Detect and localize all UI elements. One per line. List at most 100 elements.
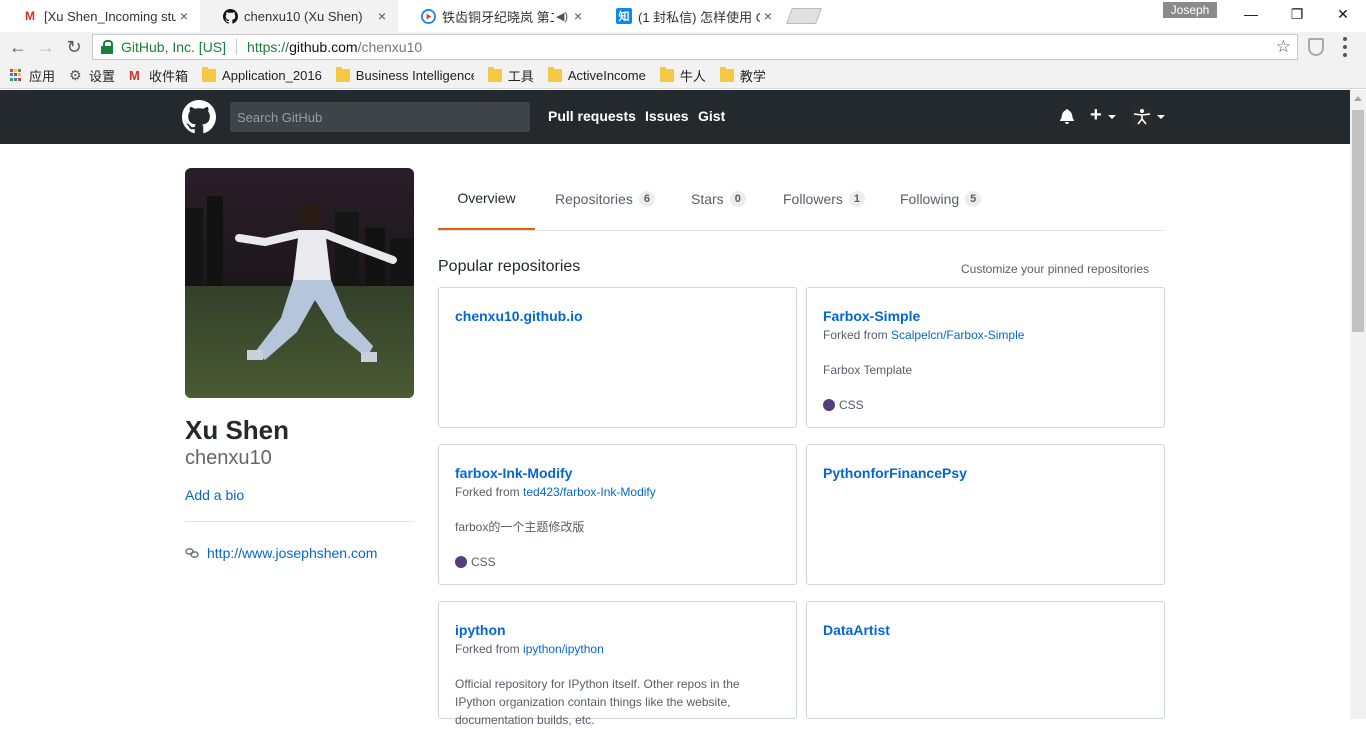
forked-from-label: Forked from — [455, 642, 520, 656]
bookmark-folder[interactable]: 工具 — [487, 66, 534, 85]
profile-username: chenxu10 — [185, 447, 272, 469]
forked-from-text: Forked from ted423/farbox-Ink-Modify — [455, 484, 780, 500]
browser-profile-button[interactable]: Joseph — [1163, 2, 1217, 18]
create-new-button[interactable]: + — [1090, 104, 1102, 127]
bookmark-folder[interactable]: ActiveIncome — [547, 66, 646, 83]
audio-icon[interactable]: ◀) — [554, 10, 570, 23]
close-icon[interactable]: × — [760, 8, 776, 24]
profile-website[interactable]: http://www.josephshen.com — [185, 545, 377, 561]
github-logo-icon[interactable] — [182, 100, 216, 134]
tab-title: (1 封私信) 怎样使用 Git — [638, 9, 760, 25]
gear-icon: ⚙ — [69, 66, 82, 83]
bookmark-star-icon[interactable]: ☆ — [1276, 37, 1291, 57]
site-identity[interactable]: GitHub, Inc. [US] — [121, 39, 226, 55]
folder-icon — [659, 66, 674, 82]
restore-button[interactable]: ❐ — [1274, 0, 1320, 28]
repo-name-link[interactable]: Farbox-Simple — [823, 307, 1148, 325]
close-icon[interactable]: × — [374, 8, 390, 24]
bookmark-folder[interactable]: 牛人 — [659, 66, 706, 85]
forked-from-text: Forked from Scalpelcn/Farbox-Simple — [823, 327, 1148, 343]
gmail-icon: M — [25, 9, 35, 23]
address-bar[interactable]: GitHub, Inc. [US] https:// github.com /c… — [92, 34, 1298, 60]
bookmark-inbox[interactable]: M 收件箱 — [129, 66, 188, 85]
bookmark-folder[interactable]: Business Intelligence — [335, 66, 474, 83]
divider — [185, 521, 414, 522]
bookmark-label: 牛人 — [679, 68, 706, 84]
repo-name-link[interactable]: ipython — [455, 621, 780, 639]
tab-followers[interactable]: Followers 1 — [783, 168, 866, 230]
repo-description: Official repository for IPython itself. … — [455, 677, 740, 727]
folder-icon — [719, 66, 734, 82]
tab-label: Overview — [457, 190, 516, 206]
browser-menu-icon[interactable] — [1342, 37, 1348, 57]
back-button[interactable]: ← — [7, 36, 29, 58]
new-tab-button[interactable] — [786, 8, 822, 24]
bookmark-label: ActiveIncome — [567, 67, 646, 83]
fork-source-link[interactable]: ipython/ipython — [523, 642, 604, 656]
bookmark-label: Application_2016 — [222, 67, 322, 83]
tab-title: [Xu Shen_Incoming stu — [44, 8, 176, 24]
tab-overview[interactable]: Overview — [438, 168, 535, 230]
popular-repositories-heading: Popular repositories — [438, 258, 581, 275]
browser-tab-video[interactable]: 铁齿铜牙纪晓岚 第二部 ◀) × — [398, 0, 594, 32]
search-input[interactable]: Search GitHub — [230, 102, 530, 132]
scrollbar-thumb[interactable] — [1352, 110, 1364, 332]
browser-tab-github[interactable]: chenxu10 (Xu Shen) × — [200, 0, 398, 32]
browser-toolbar: ← → ↻ GitHub, Inc. [US] https:// github.… — [0, 32, 1366, 62]
close-icon[interactable]: × — [570, 8, 586, 24]
repo-card: chenxu10.github.io — [438, 287, 797, 428]
tab-following[interactable]: Following 5 — [900, 168, 982, 230]
browser-tab-zhihu[interactable]: 知 (1 封私信) 怎样使用 Git × — [594, 0, 784, 32]
zhihu-icon: 知 — [616, 8, 632, 24]
repo-card: farbox-Ink-Modify Forked from ted423/far… — [438, 444, 797, 585]
url-host: github.com — [289, 39, 358, 55]
bookmark-folder[interactable]: Application_2016 — [202, 66, 322, 83]
browser-tab-strip: M [Xu Shen_Incoming stu × chenxu10 (Xu S… — [0, 0, 1366, 32]
forward-button[interactable]: → — [35, 36, 57, 58]
repo-name-link[interactable]: chenxu10.github.io — [455, 307, 780, 325]
forked-from-label: Forked from — [823, 328, 888, 342]
video-icon — [420, 8, 436, 24]
link-icon — [185, 548, 199, 558]
bookmark-folder[interactable]: 教学 — [719, 66, 766, 85]
close-icon[interactable]: × — [176, 8, 192, 24]
browser-tab-gmail[interactable]: M [Xu Shen_Incoming stu × — [0, 0, 200, 32]
add-bio-link[interactable]: Add a bio — [185, 487, 244, 503]
bookmark-settings[interactable]: ⚙ 设置 — [69, 66, 115, 85]
bookmark-label: 应用 — [29, 68, 56, 84]
minimize-button[interactable]: — — [1228, 0, 1274, 28]
folder-icon — [202, 66, 217, 82]
repo-name-link[interactable]: farbox-Ink-Modify — [455, 464, 780, 482]
scroll-up-icon[interactable] — [1354, 96, 1362, 101]
customize-pinned-link[interactable]: Customize your pinned repositories — [961, 262, 1149, 276]
tab-repositories[interactable]: Repositories 6 — [555, 168, 655, 230]
fork-source-link[interactable]: ted423/farbox-Ink-Modify — [523, 485, 656, 499]
language-color-dot — [823, 399, 835, 411]
page-scrollbar[interactable] — [1350, 90, 1366, 719]
nav-pull-requests[interactable]: Pull requests — [548, 108, 636, 124]
language-label: CSS — [839, 398, 864, 412]
profile-fullname: Xu Shen — [185, 415, 290, 445]
tab-label: Following — [900, 191, 960, 207]
nav-gist[interactable]: Gist — [698, 108, 725, 124]
language-label: CSS — [471, 555, 496, 569]
user-avatar-menu[interactable] — [1132, 106, 1152, 126]
reload-button[interactable]: ↻ — [63, 36, 85, 58]
bookmark-apps[interactable]: 应用 — [10, 66, 55, 85]
repo-card: ipython Forked from ipython/ipython Offi… — [438, 601, 797, 727]
close-window-button[interactable]: ✕ — [1320, 0, 1366, 28]
website-url[interactable]: http://www.josephshen.com — [207, 545, 377, 561]
repo-language: CSS — [455, 554, 780, 570]
repo-card: DataArtist — [806, 601, 1165, 719]
bookmark-label: 教学 — [739, 68, 766, 84]
repo-description: Farbox Template — [823, 363, 913, 377]
repo-name-link[interactable]: PythonforFinancePsy — [823, 464, 1148, 482]
notification-bell-icon[interactable] — [1060, 108, 1074, 124]
tab-stars[interactable]: Stars 0 — [691, 168, 746, 230]
nav-issues[interactable]: Issues — [645, 108, 689, 124]
fork-source-link[interactable]: Scalpelcn/Farbox-Simple — [891, 328, 1024, 342]
profile-avatar[interactable] — [185, 168, 414, 398]
extension-shield-icon[interactable] — [1308, 38, 1324, 56]
url-path: /chenxu10 — [357, 39, 423, 55]
repo-name-link[interactable]: DataArtist — [823, 621, 1148, 639]
